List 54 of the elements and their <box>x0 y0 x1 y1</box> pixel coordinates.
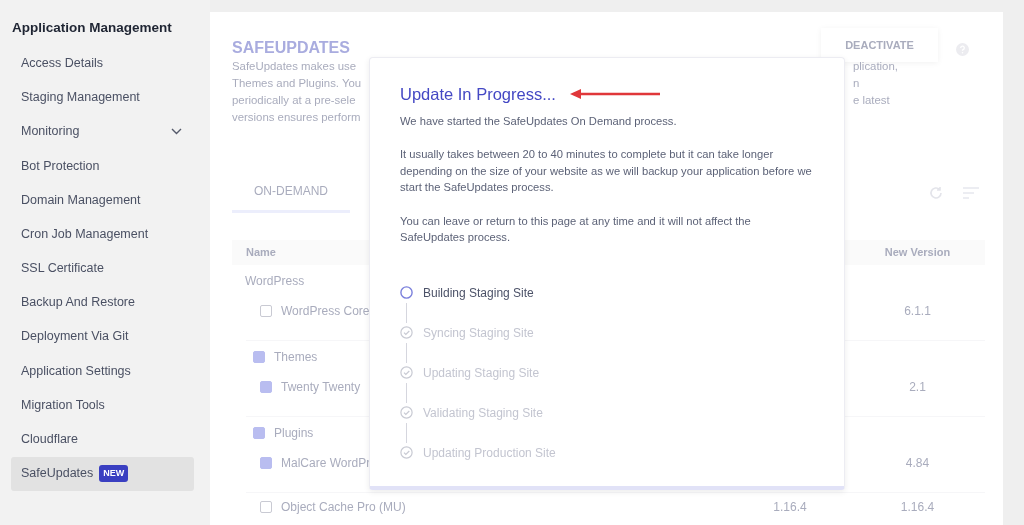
sidebar-item[interactable]: Cron Job Management <box>11 217 194 252</box>
page-title: SAFEUPDATES <box>232 38 350 58</box>
modal-title: Update In Progress... <box>400 84 556 105</box>
sidebar-item[interactable]: Deployment Via Git <box>11 319 194 354</box>
checkbox[interactable] <box>260 457 272 469</box>
sidebar-item[interactable]: SafeUpdates NEW <box>11 456 194 491</box>
sidebar-item[interactable]: Bot Protection <box>11 148 194 183</box>
description-text: SafeUpdates makes use <box>232 60 357 72</box>
sidebar-item[interactable]: Domain Management <box>11 183 194 218</box>
checkbox[interactable] <box>260 501 272 513</box>
checkbox[interactable] <box>253 427 265 439</box>
table-cell-text: Object Cache Pro (MU) <box>281 499 406 516</box>
description-text: versions ensures perform <box>232 111 361 123</box>
table-cell-text: 6.1.1 <box>903 303 932 320</box>
table-cell-text: 1.16.4 <box>899 499 936 516</box>
description-text: Themes and Plugins. You <box>232 77 362 89</box>
sidebar-item[interactable]: SSL Certificate <box>11 251 194 286</box>
checkbox[interactable] <box>260 305 272 317</box>
sidebar-item[interactable]: Migration Tools <box>11 388 194 423</box>
sidebar-item[interactable]: Backup And Restore <box>11 285 194 320</box>
new-badge: NEW <box>99 464 129 483</box>
description-text: periodically at a pre-sele <box>232 94 356 106</box>
modal-text: You can leave or return to this page at any time and it will not affect the SafeUpdates process. <box>400 213 752 246</box>
table-cell-text: 2.1 <box>908 379 927 396</box>
sidebar-item[interactable]: Cloudflare <box>11 422 194 457</box>
refresh-icon[interactable] <box>929 185 943 200</box>
table-cell-text: MalCare WordPr <box>281 455 371 472</box>
column-header: Name <box>245 245 277 261</box>
table-cell-text: 1.16.4 <box>772 499 808 516</box>
step-label: Updating Production Site <box>423 444 556 462</box>
step-label: Validating Staging Site <box>423 404 543 422</box>
modal-text: We have started the SafeUpdates On Demand process. <box>400 113 678 129</box>
table-cell-text: Twenty Twenty <box>281 379 361 396</box>
column-header: New Version <box>883 245 952 261</box>
table-cell-text: Themes <box>274 349 318 366</box>
step-label: Syncing Staging Site <box>423 324 534 342</box>
sidebar-item[interactable]: Monitoring <box>11 114 194 149</box>
step-label: Updating Staging Site <box>423 364 540 382</box>
table-cell-text: WordPress Core <box>281 303 370 320</box>
sidebar-item[interactable]: Application Settings <box>11 353 194 389</box>
modal-text: It usually takes between 20 to 40 minutes to complete but it can take longer depending on the size of your website as we will backup your application before we start the SafeUpdates process. <box>400 147 813 196</box>
checkbox[interactable] <box>253 351 265 363</box>
table-cell-text: WordPress <box>245 273 305 290</box>
description-text: n <box>853 77 860 89</box>
description-text: plication, <box>853 60 898 72</box>
sidebar-item[interactable]: Staging Management <box>11 80 194 115</box>
sidebar-item[interactable]: Access Details <box>11 46 194 81</box>
table-cell-text: 4.84 <box>904 455 931 472</box>
table-cell-text: Plugins <box>274 425 314 442</box>
sidebar-title: Application Management <box>12 19 173 37</box>
description-text: e latest <box>853 94 890 106</box>
step-label: Building Staging Site <box>423 284 534 302</box>
chevron-icon[interactable] <box>171 128 182 136</box>
checkbox[interactable] <box>260 381 272 393</box>
